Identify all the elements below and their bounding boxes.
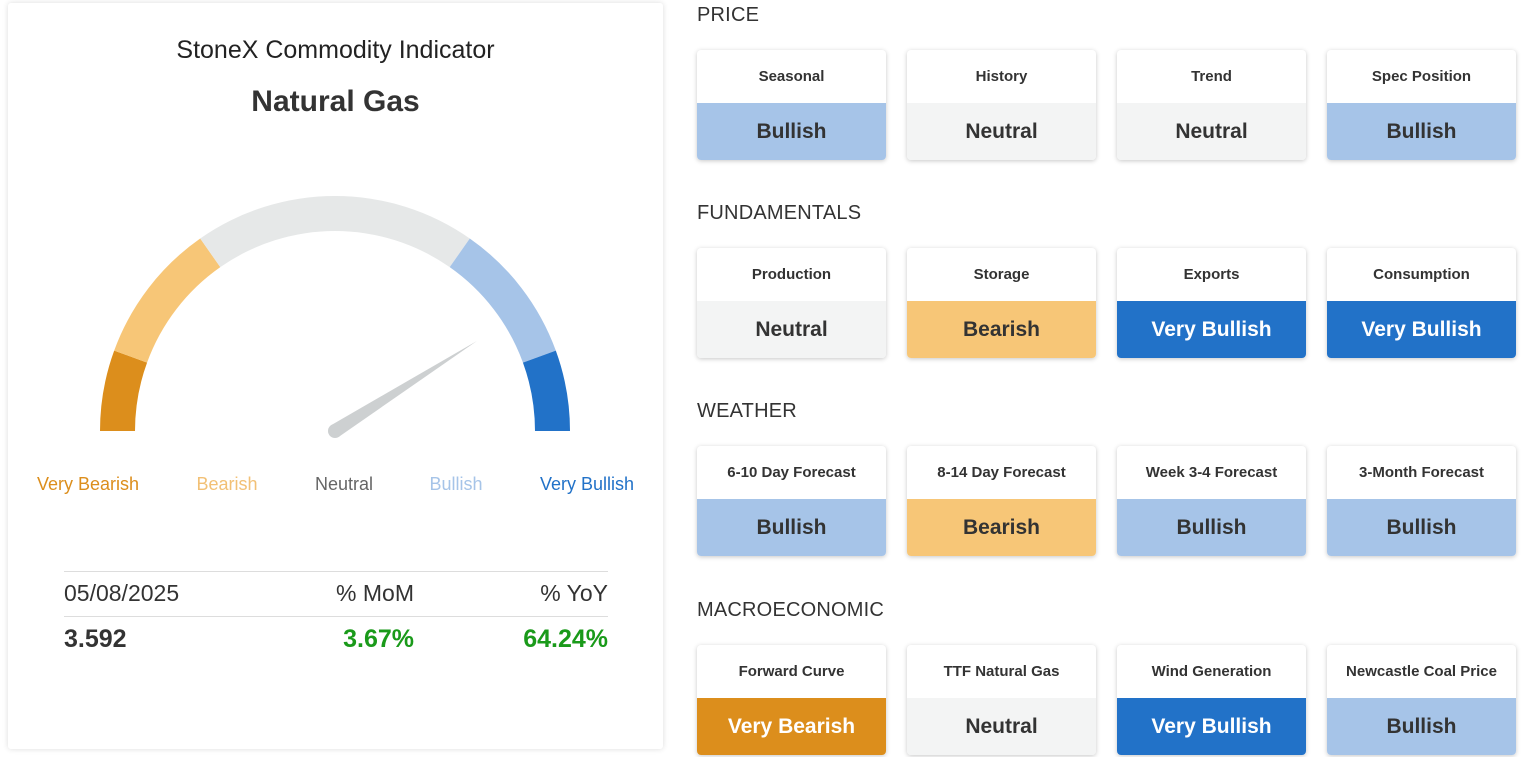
stats-yoy-header: % YoY [540,580,608,606]
tile-sentiment-bearish: Bearish [907,301,1096,358]
tile-sentiment-neutral: Neutral [907,103,1096,160]
tile-label: Seasonal [758,67,825,85]
indicator-tile-history[interactable]: History Neutral [907,50,1096,160]
indicator-tile-exports[interactable]: Exports Very Bullish [1117,248,1306,358]
indicator-tile-6-10-day-forecast[interactable]: 6-10 Day Forecast Bullish [697,446,886,556]
tile-label: Week 3-4 Forecast [1145,463,1278,481]
indicator-tile-8-14-day-forecast[interactable]: 8-14 Day Forecast Bearish [907,446,1096,556]
section-title-fundamentals: FUNDAMENTALS [697,202,862,224]
indicator-tile-forward-curve[interactable]: Forward Curve Very Bearish [697,645,886,755]
tile-sentiment-bullish: Bullish [1327,698,1516,755]
tile-sentiment-neutral: Neutral [1117,103,1306,160]
indicator-tile-wind-generation[interactable]: Wind Generation Very Bullish [1117,645,1306,755]
indicator-tile-newcastle-coal-price[interactable]: Newcastle Coal Price Bullish [1327,645,1516,755]
stats-header-row: 05/08/2025 % MoM % YoY [64,572,608,617]
section-title-price: PRICE [697,4,760,26]
stats-price: 3.592 [64,625,127,653]
stats-value-row: 3.592 3.67% 64.24% [64,617,608,661]
indicator-tile-trend[interactable]: Trend Neutral [1117,50,1306,160]
gauge-needle [331,340,477,437]
tile-label: Forward Curve [738,662,845,680]
price-stats: 05/08/2025 % MoM % YoY 3.592 3.67% 64.24… [64,571,608,661]
tile-label: Wind Generation [1151,662,1272,680]
tile-sentiment-bullish: Bullish [1117,499,1306,556]
gauge-segment-very-bullish [522,350,570,431]
tile-sentiment-bullish: Bullish [1327,499,1516,556]
indicator-tile-week-3-4-forecast[interactable]: Week 3-4 Forecast Bullish [1117,446,1306,556]
tile-sentiment-very-bullish: Very Bullish [1117,698,1306,755]
tile-label: Storage [973,265,1030,283]
tile-sentiment-very-bullish: Very Bullish [1327,301,1516,358]
gauge-segment-very-bearish [100,350,148,431]
indicator-tile-ttf-natural-gas[interactable]: TTF Natural Gas Neutral [907,645,1096,755]
stats-mom-header: % MoM [336,580,414,606]
tile-sentiment-neutral: Neutral [907,698,1096,755]
indicator-tile-production[interactable]: Production Neutral [697,248,886,358]
stats-date: 05/08/2025 [64,580,180,606]
tile-label: History [975,67,1028,85]
tile-sentiment-very-bearish: Very Bearish [697,698,886,755]
indicator-tile-3-month-forecast[interactable]: 3-Month Forecast Bullish [1327,446,1516,556]
tile-label: 6-10 Day Forecast [727,463,856,481]
gauge-label-very-bearish: Very Bearish [36,474,140,494]
tile-label: Spec Position [1371,67,1472,85]
tile-label: 3-Month Forecast [1358,463,1484,481]
tile-label: Trend [1191,67,1232,85]
indicator-card: StoneX Commodity Indicator Natural Gas V… [8,3,663,749]
gauge-label-bullish: Bullish [429,474,483,494]
tile-sentiment-very-bullish: Very Bullish [1117,301,1306,358]
tile-label: 8-14 Day Forecast [937,463,1066,481]
gauge-needle-hub [328,424,342,438]
tile-label: TTF Natural Gas [943,662,1060,680]
indicator-tile-consumption[interactable]: Consumption Very Bullish [1327,248,1516,358]
tile-sentiment-bullish: Bullish [697,499,886,556]
tile-label: Newcastle Coal Price [1346,662,1497,680]
tile-sentiment-bearish: Bearish [907,499,1096,556]
stats-yoy-value: 64.24% [523,625,608,653]
section-title-macroeconomic: MACROECONOMIC [697,599,885,621]
tile-label: Exports [1183,265,1240,283]
tile-label: Production [751,265,832,283]
indicator-tile-spec-position[interactable]: Spec Position Bullish [1327,50,1516,160]
stats-mom-value: 3.67% [343,625,414,653]
gauge-label-very-bullish: Very Bullish [539,474,635,494]
sentiment-gauge [100,195,570,438]
gauge-segment-bullish [449,238,556,363]
tile-label: Consumption [1373,265,1470,283]
tile-sentiment-neutral: Neutral [697,301,886,358]
tile-sentiment-bullish: Bullish [1327,103,1516,160]
tile-sentiment-bullish: Bullish [697,103,886,160]
indicator-tile-storage[interactable]: Storage Bearish [907,248,1096,358]
indicator-tile-seasonal[interactable]: Seasonal Bullish [697,50,886,160]
gauge-segment-bearish [114,238,221,363]
section-title-weather: WEATHER [697,400,797,422]
gauge-segment-neutral [200,195,470,268]
